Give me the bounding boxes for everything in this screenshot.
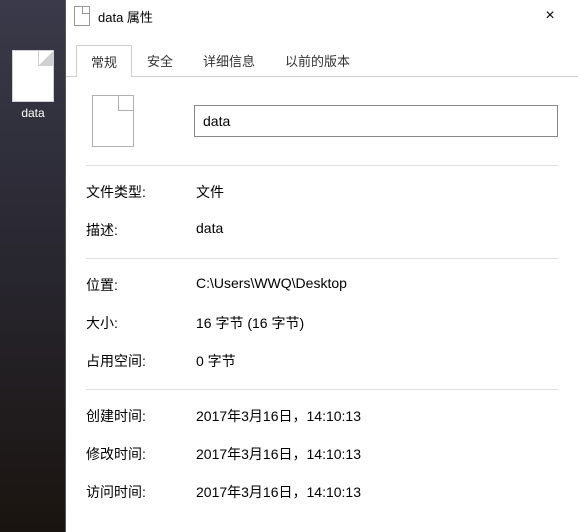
desktop-file-label: data [8,106,58,120]
tab-previous-versions[interactable]: 以前的版本 [270,44,365,76]
desktop-background: data [0,0,65,532]
file-icon [92,95,134,147]
label-file-type: 文件类型: [86,182,196,202]
value-size-on-disk: 0 字节 [196,351,558,371]
value-created: 2017年3月16日，14:10:13 [196,406,558,426]
divider [86,258,558,259]
label-location: 位置: [86,275,196,295]
window-title: data 属性 [98,7,530,26]
value-description: data [196,220,558,240]
tab-content-general: 文件类型: 文件 描述: data 位置: C:\Users\WWQ\Deskt… [66,77,578,532]
filename-input[interactable] [194,105,558,137]
file-icon [12,50,54,102]
value-modified: 2017年3月16日，14:10:13 [196,444,558,464]
close-button[interactable]: × [530,2,570,30]
titlebar[interactable]: data 属性 × [66,0,578,32]
tab-general[interactable]: 常规 [76,45,132,77]
label-description: 描述: [86,220,196,240]
label-created: 创建时间: [86,406,196,426]
tab-bar: 常规 安全 详细信息 以前的版本 [66,44,578,77]
file-icon [74,6,90,26]
divider [86,165,558,166]
properties-dialog: data 属性 × 常规 安全 详细信息 以前的版本 文件类型: 文件 描述: … [65,0,578,532]
label-size: 大小: [86,313,196,333]
value-size: 16 字节 (16 字节) [196,313,558,333]
label-accessed: 访问时间: [86,482,196,502]
tab-security[interactable]: 安全 [132,44,188,76]
tab-details[interactable]: 详细信息 [188,44,270,76]
desktop-file-icon[interactable]: data [8,50,58,120]
label-modified: 修改时间: [86,444,196,464]
divider [86,389,558,390]
value-accessed: 2017年3月16日，14:10:13 [196,482,558,502]
label-size-on-disk: 占用空间: [86,351,196,371]
value-file-type: 文件 [196,182,558,202]
value-location: C:\Users\WWQ\Desktop [196,275,558,295]
